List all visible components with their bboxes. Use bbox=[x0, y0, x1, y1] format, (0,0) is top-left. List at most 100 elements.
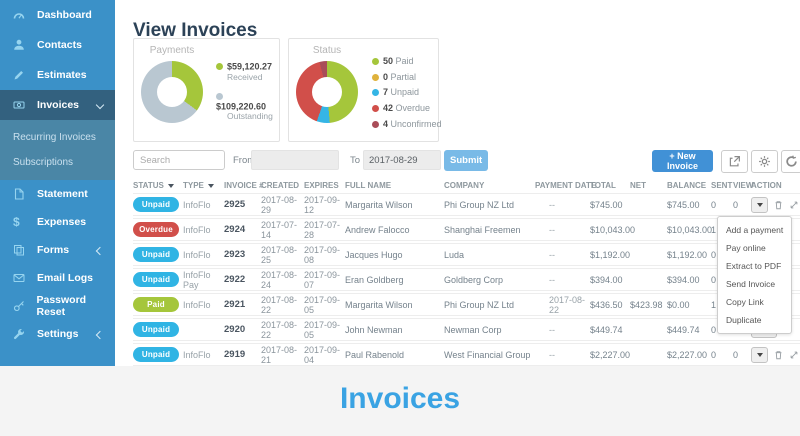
to-date-input[interactable] bbox=[363, 150, 441, 170]
legend-dot-unconfirmed bbox=[372, 121, 379, 128]
created-date: 2017-08-21 bbox=[261, 345, 304, 365]
sidebar-item-expenses[interactable]: $ Expenses bbox=[0, 208, 115, 236]
invoice-type: InfoFlo Pay bbox=[183, 270, 224, 290]
sidebar-item-contacts[interactable]: Contacts bbox=[0, 30, 115, 60]
created-date: 2017-08-22 bbox=[261, 320, 304, 340]
search-input[interactable] bbox=[133, 150, 225, 170]
settings-button[interactable] bbox=[751, 150, 778, 173]
created-date: 2017-08-29 bbox=[261, 195, 304, 215]
sidebar-item-settings[interactable]: Settings bbox=[0, 320, 115, 348]
menu-item-send-invoice[interactable]: Send Invoice bbox=[718, 275, 791, 293]
table-header-row: STATUS TYPE INVOICE # CREATED EXPIRES FU… bbox=[133, 178, 800, 193]
legend-label: Received bbox=[227, 72, 273, 82]
to-label: To bbox=[350, 155, 360, 166]
expand-icon[interactable] bbox=[789, 200, 799, 210]
payment-date: -- bbox=[535, 275, 590, 285]
sidebar-item-label: Dashboard bbox=[37, 9, 92, 21]
envelope-icon bbox=[13, 272, 29, 284]
invoice-number: 2919 bbox=[224, 349, 261, 360]
sidebar-item-subscriptions[interactable]: Subscriptions bbox=[0, 150, 115, 175]
status-card-title: Status bbox=[313, 45, 341, 56]
from-date-input[interactable] bbox=[251, 150, 339, 170]
payments-card-title: Payments bbox=[150, 45, 194, 56]
sidebar-item-invoices[interactable]: Invoices bbox=[0, 90, 115, 120]
caption-text: Invoices bbox=[340, 382, 460, 416]
sent-count: 0 bbox=[711, 350, 733, 360]
sidebar-item-label: Statement bbox=[37, 188, 88, 200]
new-invoice-button[interactable]: + New Invoice bbox=[652, 150, 713, 172]
legend-label: Unconfirmed bbox=[391, 119, 442, 129]
view-count: 0 bbox=[733, 350, 751, 360]
balance-amount: $10,043.00 bbox=[667, 225, 711, 235]
status-badge: Unpaid bbox=[133, 322, 179, 337]
full-name: Jacques Hugo bbox=[345, 250, 444, 260]
caret-down-icon bbox=[757, 353, 763, 357]
caret-down-icon bbox=[757, 203, 763, 207]
sidebar-item-recurring-invoices[interactable]: Recurring Invoices bbox=[0, 125, 115, 150]
total-amount: $394.00 bbox=[590, 275, 630, 285]
invoice-type: InfoFlo bbox=[183, 250, 224, 260]
action-dropdown-button[interactable] bbox=[751, 197, 768, 213]
menu-item-extract-pdf[interactable]: Extract to PDF bbox=[718, 257, 791, 275]
key-icon bbox=[13, 300, 28, 312]
sidebar-item-estimates[interactable]: Estimates bbox=[0, 60, 115, 90]
menu-item-copy-link[interactable]: Copy Link bbox=[718, 293, 791, 311]
payment-date: -- bbox=[535, 350, 590, 360]
chevron-left-icon bbox=[96, 247, 104, 255]
legend-item: $59,120.27 Received bbox=[216, 61, 273, 82]
balance-amount: $0.00 bbox=[667, 300, 711, 310]
action-dropdown-button[interactable] bbox=[751, 347, 768, 363]
total-amount: $436.50 bbox=[590, 300, 630, 310]
delete-icon[interactable] bbox=[773, 349, 784, 361]
status-badge: Unpaid bbox=[133, 197, 179, 212]
sidebar-item-password-reset[interactable]: Password Reset bbox=[0, 292, 115, 320]
legend-item: 50 Paid bbox=[372, 57, 442, 66]
payments-card: Payments $59,120.27 Received $109,220.60… bbox=[133, 38, 280, 142]
legend-dot-paid bbox=[372, 58, 379, 65]
sidebar-item-dashboard[interactable]: Dashboard bbox=[0, 0, 115, 30]
sent-count: 0 bbox=[711, 200, 733, 210]
menu-item-duplicate[interactable]: Duplicate bbox=[718, 311, 791, 329]
menu-item-pay-online[interactable]: Pay online bbox=[718, 239, 791, 257]
legend-label: Partial bbox=[391, 72, 417, 82]
invoice-type: InfoFlo bbox=[183, 225, 224, 235]
column-header-total: TOTAL bbox=[590, 181, 630, 190]
payments-donut-chart bbox=[141, 61, 203, 123]
table-row: Unpaid InfoFlo 2925 2017-08-29 2017-09-1… bbox=[133, 193, 800, 216]
sidebar-item-email-logs[interactable]: Email Logs bbox=[0, 264, 115, 292]
status-filter-caret[interactable] bbox=[168, 184, 174, 188]
balance-amount: $394.00 bbox=[667, 275, 711, 285]
expires-date: 2017-09-07 bbox=[304, 270, 345, 290]
legend-count: 0 bbox=[383, 72, 388, 82]
expand-icon[interactable] bbox=[789, 350, 799, 360]
total-amount: $2,227.00 bbox=[590, 350, 630, 360]
sidebar-item-statement[interactable]: Statement bbox=[0, 180, 115, 208]
sidebar-item-label: Invoices bbox=[37, 99, 79, 111]
legend-value: $59,120.27 bbox=[227, 62, 272, 72]
refresh-button[interactable] bbox=[781, 150, 800, 173]
legend-item: 4 Unconfirmed bbox=[372, 120, 442, 129]
banknote-icon bbox=[13, 99, 29, 111]
gauge-icon bbox=[13, 9, 29, 21]
created-date: 2017-08-22 bbox=[261, 295, 304, 315]
summary-cards: Payments $59,120.27 Received $109,220.60… bbox=[133, 38, 439, 142]
legend-item: 7 Unpaid bbox=[372, 88, 442, 97]
delete-icon[interactable] bbox=[773, 199, 784, 211]
sidebar-item-forms[interactable]: Forms bbox=[0, 236, 115, 264]
expires-date: 2017-09-12 bbox=[304, 195, 345, 215]
created-date: 2017-07-14 bbox=[261, 220, 304, 240]
column-header-type: TYPE bbox=[183, 181, 224, 190]
column-header-invoice: INVOICE # bbox=[224, 181, 261, 190]
payments-legend: $59,120.27 Received $109,220.60 Outstand… bbox=[216, 44, 273, 136]
payment-date: -- bbox=[535, 225, 590, 235]
person-icon bbox=[13, 39, 29, 51]
total-amount: $449.74 bbox=[590, 325, 630, 335]
sidebar-item-label: Contacts bbox=[37, 39, 82, 51]
net-amount: $423.98 bbox=[630, 300, 667, 310]
export-button[interactable] bbox=[721, 150, 748, 173]
type-filter-caret[interactable] bbox=[208, 184, 214, 188]
expires-date: 2017-09-08 bbox=[304, 245, 345, 265]
submit-button[interactable]: Submit bbox=[444, 150, 488, 171]
legend-item: $109,220.60 Outstanding bbox=[216, 91, 273, 122]
menu-item-add-payment[interactable]: Add a payment bbox=[718, 221, 791, 239]
